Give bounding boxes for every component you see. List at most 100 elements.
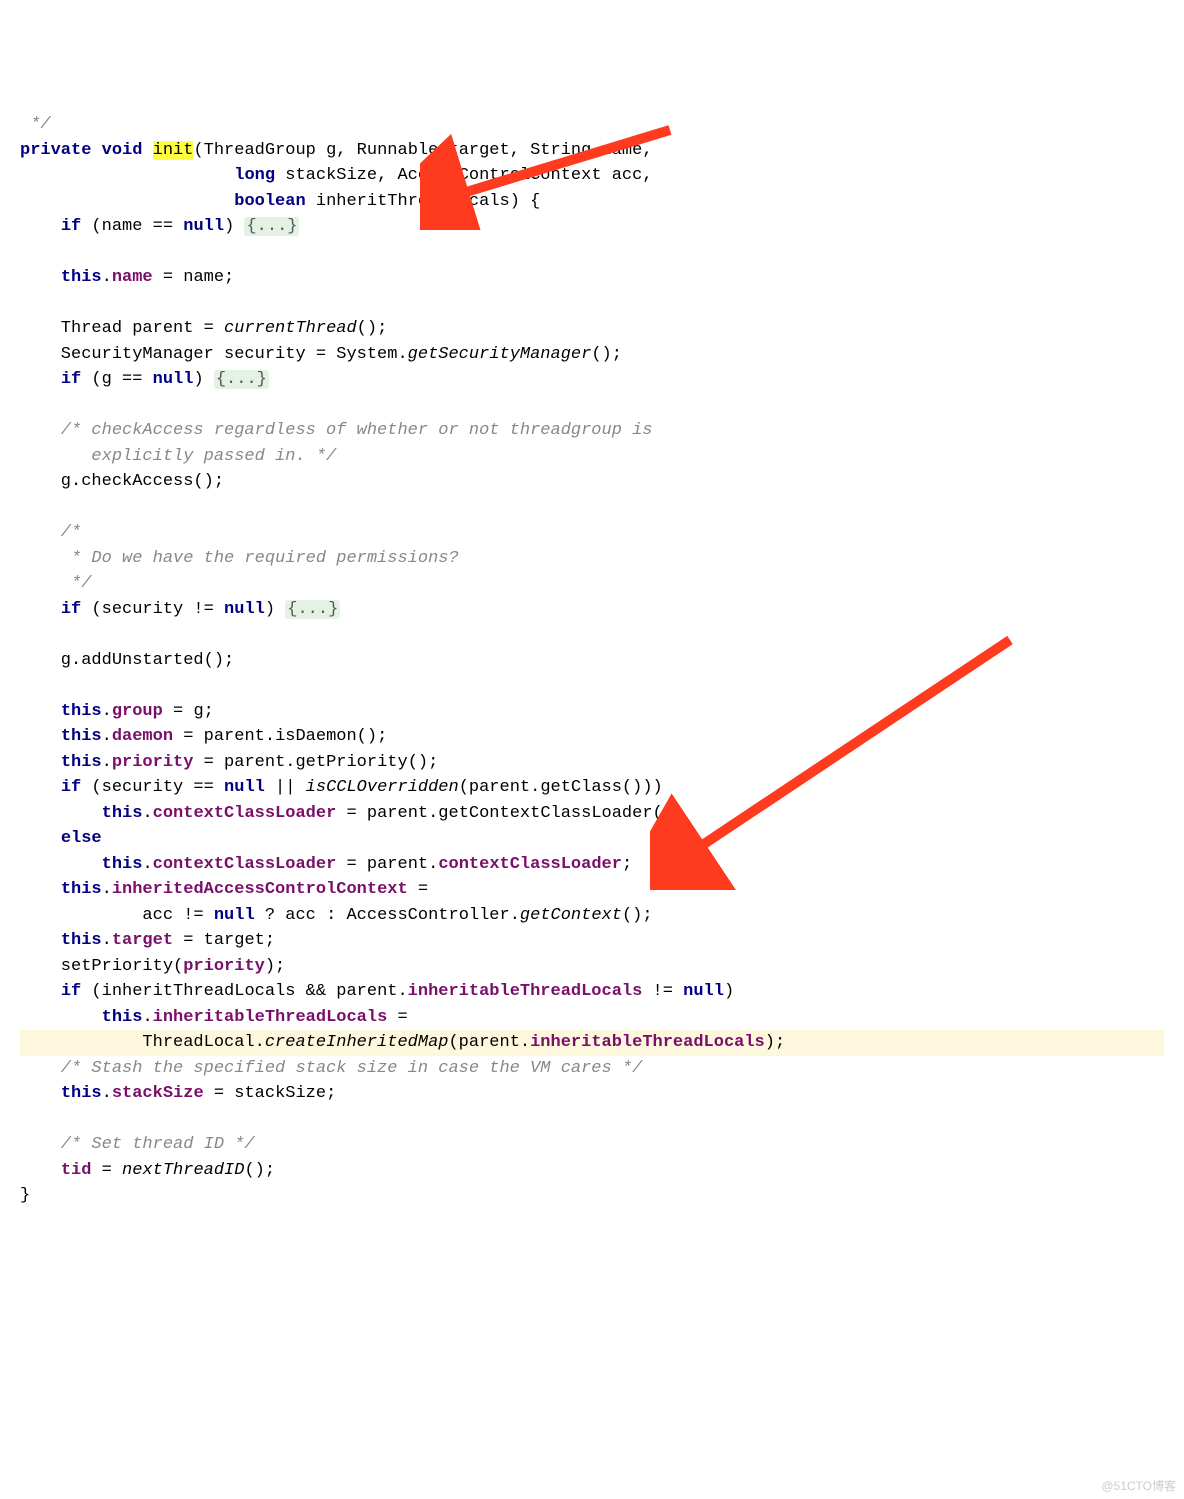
assign-stack: = stackSize;	[204, 1084, 337, 1103]
field-group: group	[112, 702, 163, 721]
iacc2-b: ? acc : AccessController.	[255, 906, 520, 925]
comment-2a: /*	[20, 523, 81, 542]
method-name: init	[153, 141, 194, 160]
comment-1b: explicitly passed in. */	[20, 447, 336, 466]
kw-this-4: this	[61, 753, 102, 772]
itl2-indent	[20, 1008, 102, 1027]
next-tid: nextThreadID	[122, 1161, 244, 1180]
field-ccl-2: contextClassLoader	[153, 855, 337, 874]
sig-2b: stackSize, AccessControlContext acc,	[275, 166, 652, 185]
fold-3[interactable]: {...}	[285, 600, 340, 619]
priority-indent	[20, 753, 61, 772]
create-map: createInheritedMap	[265, 1033, 449, 1052]
ccl-indent	[20, 804, 102, 823]
kw-if-1: if	[61, 217, 81, 236]
kw-else: else	[61, 829, 102, 848]
comment-2c: */	[20, 574, 91, 593]
kw-if-5: if	[61, 982, 81, 1001]
field-itl-2: inheritableThreadLocals	[153, 1008, 388, 1027]
add-unstarted: g.addUnstarted();	[20, 651, 234, 670]
field-itl-1: inheritableThreadLocals	[408, 982, 643, 1001]
if-g-indent	[20, 370, 61, 389]
current-thread: currentThread	[224, 319, 357, 338]
field-ccl: contextClassLoader	[153, 804, 337, 823]
dot-10: .	[102, 1084, 112, 1103]
doc-close: */	[20, 115, 51, 134]
field-stack: stackSize	[112, 1084, 204, 1103]
if-itl-d: )	[724, 982, 734, 1001]
kw-if-2: if	[61, 370, 81, 389]
if-itl-b: (inheritThreadLocals && parent.	[81, 982, 407, 1001]
assign-target: = target;	[173, 931, 275, 950]
dot-5: .	[142, 804, 152, 823]
ccl2-end: ;	[622, 855, 632, 874]
assign-priority: = parent.getPriority();	[193, 753, 438, 772]
get-context: getContext	[520, 906, 622, 925]
isccl: isCCLOverridden	[306, 778, 459, 797]
iacc-c: =	[408, 880, 428, 899]
if-name-3: )	[224, 217, 244, 236]
field-tid: tid	[61, 1161, 92, 1180]
if-g-c: )	[193, 370, 213, 389]
tid-indent	[20, 1161, 61, 1180]
comment-4: /* Set thread ID */	[20, 1135, 255, 1154]
kw-this-8: this	[61, 931, 102, 950]
if-sec-indent	[20, 600, 61, 619]
field-target: target	[112, 931, 173, 950]
if-cc-d: (parent.getClass()))	[459, 778, 663, 797]
if-name-indent	[20, 217, 61, 236]
tid-c: ();	[244, 1161, 275, 1180]
if-cc-c: ||	[265, 778, 306, 797]
assign-name: = name;	[153, 268, 235, 287]
kw-this-9: this	[102, 1008, 143, 1027]
target-indent	[20, 931, 61, 950]
iacc-indent	[20, 880, 61, 899]
field-iacc: inheritedAccessControlContext	[112, 880, 408, 899]
watermark: @51CTO博客	[1101, 1477, 1176, 1495]
field-priority: priority	[112, 753, 194, 772]
security-a: SecurityManager security = System.	[20, 345, 408, 364]
kw-this-10: this	[61, 1084, 102, 1103]
itl3-b: (parent.	[448, 1033, 530, 1052]
kw-if-3: if	[61, 600, 81, 619]
assign-ccl: = parent.getContextClassLoader();	[336, 804, 683, 823]
kw-this-7: this	[61, 880, 102, 899]
dot-2: .	[102, 702, 112, 721]
dot-3: .	[102, 727, 112, 746]
dot-9: .	[142, 1008, 152, 1027]
group-indent	[20, 702, 61, 721]
ccl2-indent	[20, 855, 102, 874]
security-b: ();	[591, 345, 622, 364]
kw-this-3: this	[61, 727, 102, 746]
tid-b: =	[91, 1161, 122, 1180]
fold-1[interactable]: {...}	[244, 217, 299, 236]
kw-null-3: null	[224, 600, 265, 619]
thread-parent-a: Thread parent =	[20, 319, 224, 338]
fold-2[interactable]: {...}	[214, 370, 269, 389]
comment-1a: /* checkAccess regardless of whether or …	[20, 421, 653, 440]
if-itl-indent	[20, 982, 61, 1001]
kw-if-4: if	[61, 778, 81, 797]
kw-null-4: null	[224, 778, 265, 797]
if-cc-b: (security ==	[81, 778, 224, 797]
dot-1: .	[102, 268, 112, 287]
get-sec-mgr: getSecurityManager	[408, 345, 592, 364]
comment-2b: * Do we have the required permissions?	[20, 549, 459, 568]
dot-8: .	[102, 931, 112, 950]
code-editor: */ private void init(ThreadGroup g, Runn…	[20, 112, 1164, 1209]
indent-this-name	[20, 268, 61, 287]
dot-6: .	[142, 855, 152, 874]
sig-2a	[20, 166, 234, 185]
assign-ccl-2: = parent.	[336, 855, 438, 874]
assign-daemon: = parent.isDaemon();	[173, 727, 387, 746]
setpri-a: setPriority(	[20, 957, 183, 976]
kw-null-1: null	[183, 217, 224, 236]
iacc2-c: ();	[622, 906, 653, 925]
kw-null-5: null	[214, 906, 255, 925]
itl2-c: =	[387, 1008, 407, 1027]
kw-null-2: null	[153, 370, 194, 389]
setpri-b: );	[265, 957, 285, 976]
close-brace: }	[20, 1186, 30, 1205]
if-cc-indent	[20, 778, 61, 797]
if-itl-c: !=	[642, 982, 683, 1001]
